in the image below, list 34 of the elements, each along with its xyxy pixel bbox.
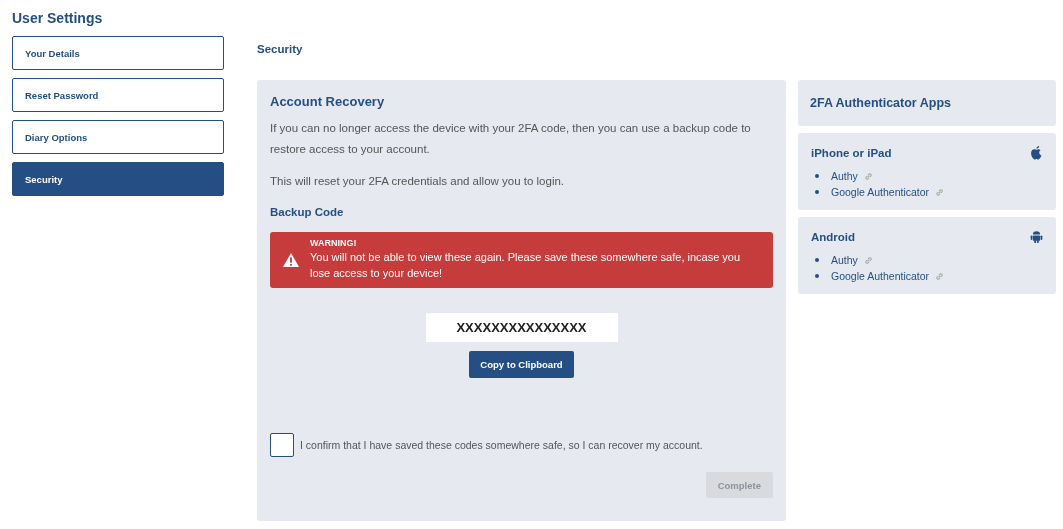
link-icon — [862, 254, 874, 266]
sidebar-item[interactable]: Security — [12, 162, 224, 196]
checkbox[interactable] — [270, 433, 294, 457]
card-title: Account Recovery — [270, 94, 386, 109]
app-link[interactable]: Google Authenticator — [831, 270, 930, 282]
paragraph: If you can no longer access the device with your 2FA code, then you can use a backup code to restore access to your account. — [270, 121, 752, 157]
bullet-dot — [815, 174, 819, 178]
bullet-dot — [815, 274, 819, 278]
apps-title: 2FA Authenticator Apps — [810, 96, 951, 110]
bullet-dot — [815, 190, 819, 194]
platform-name: iPhone or iPad — [811, 147, 892, 159]
paragraph: This will reset your 2FA credentials and allow you to login. — [270, 174, 566, 189]
app-link[interactable]: Authy — [831, 170, 858, 182]
backup-code: XXXXXXXXXXXXXXX — [425, 313, 618, 342]
sidebar-item[interactable]: Your Details — [12, 36, 224, 70]
app-link[interactable]: Google Authenticator — [831, 186, 930, 198]
warning-text: You will not be able to view these again. Please save these somewhere safe, incase you lose access to your device! — [310, 250, 742, 281]
apple-icon — [1030, 146, 1043, 160]
confirm-label: I confirm that I have saved these codes somewhere safe, so I can recover my account. — [300, 439, 703, 451]
sidebar-item[interactable]: Diary Options — [12, 120, 224, 154]
section-title: Security — [257, 43, 304, 57]
robot-icon — [1030, 230, 1043, 244]
page-title: User Settings — [12, 10, 104, 28]
warning-icon — [282, 251, 300, 268]
link-icon — [934, 270, 946, 282]
app-link[interactable]: Authy — [831, 254, 858, 266]
backup-code-heading: Backup Code — [270, 206, 345, 218]
sidebar-item[interactable]: Reset Password — [12, 78, 224, 112]
copy-button[interactable]: Copy to Clipboard — [469, 351, 574, 378]
bullet-dot — [815, 258, 819, 262]
warning-title: WARNING! — [310, 238, 358, 248]
link-icon — [862, 170, 874, 182]
link-icon — [934, 186, 946, 198]
platform-name: Android — [811, 231, 856, 243]
